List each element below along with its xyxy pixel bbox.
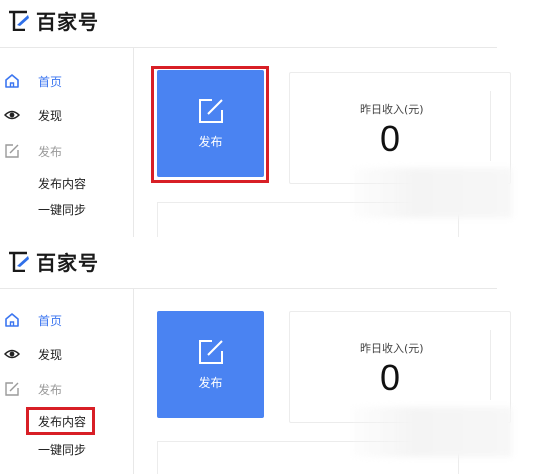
publish-card-button[interactable]: 发布	[157, 311, 264, 418]
brand-name: 百家号	[36, 9, 99, 34]
sidebar-subitem-one-click-sync[interactable]: 一键同步	[38, 441, 86, 458]
card-divider	[490, 330, 491, 400]
sidebar-divider	[133, 289, 134, 474]
home-icon	[5, 313, 19, 327]
sidebar-item-label: 首页	[38, 74, 63, 89]
edit-icon	[198, 340, 223, 364]
screenshot-panel-1: 百家号 首页 发现 发布 发布内容 一键同步 发布 昨日收入(元) 0	[0, 0, 533, 237]
edit-icon	[5, 144, 19, 158]
logo[interactable]: 百家号	[8, 8, 99, 34]
card-divider	[490, 91, 491, 161]
sidebar-subitem-publish-content[interactable]: 发布内容	[38, 175, 86, 192]
sidebar-item-label: 发布	[38, 382, 63, 397]
eye-icon	[4, 349, 20, 359]
blurred-region	[352, 168, 512, 218]
sidebar-subitem-one-click-sync[interactable]: 一键同步	[38, 201, 86, 218]
header-divider	[0, 288, 497, 289]
header-divider	[0, 47, 497, 48]
brand-name: 百家号	[36, 250, 99, 275]
sidebar-item-label: 首页	[38, 313, 63, 328]
eye-icon	[4, 110, 20, 120]
edit-icon	[5, 382, 19, 396]
highlight-box	[26, 407, 95, 435]
sidebar-divider	[133, 48, 134, 237]
sidebar-item-label: 发布	[38, 144, 63, 159]
publish-card-label: 发布	[198, 376, 223, 390]
blurred-region	[352, 407, 512, 457]
income-value: 0	[380, 357, 401, 398]
income-label: 昨日收入(元)	[360, 103, 424, 116]
highlight-box	[151, 66, 269, 183]
sidebar-item-label: 发现	[38, 347, 63, 362]
baijiahao-logo-icon	[9, 251, 29, 272]
logo[interactable]: 百家号	[8, 249, 99, 275]
income-value: 0	[380, 118, 401, 159]
screenshot-panel-2: 百家号 首页 发现 发布 发布内容 一键同步 发布 昨日收入(元) 0	[0, 237, 533, 474]
home-icon	[5, 74, 19, 88]
sidebar-item-label: 发现	[38, 108, 63, 123]
income-label: 昨日收入(元)	[360, 342, 424, 355]
baijiahao-logo-icon	[9, 10, 29, 31]
